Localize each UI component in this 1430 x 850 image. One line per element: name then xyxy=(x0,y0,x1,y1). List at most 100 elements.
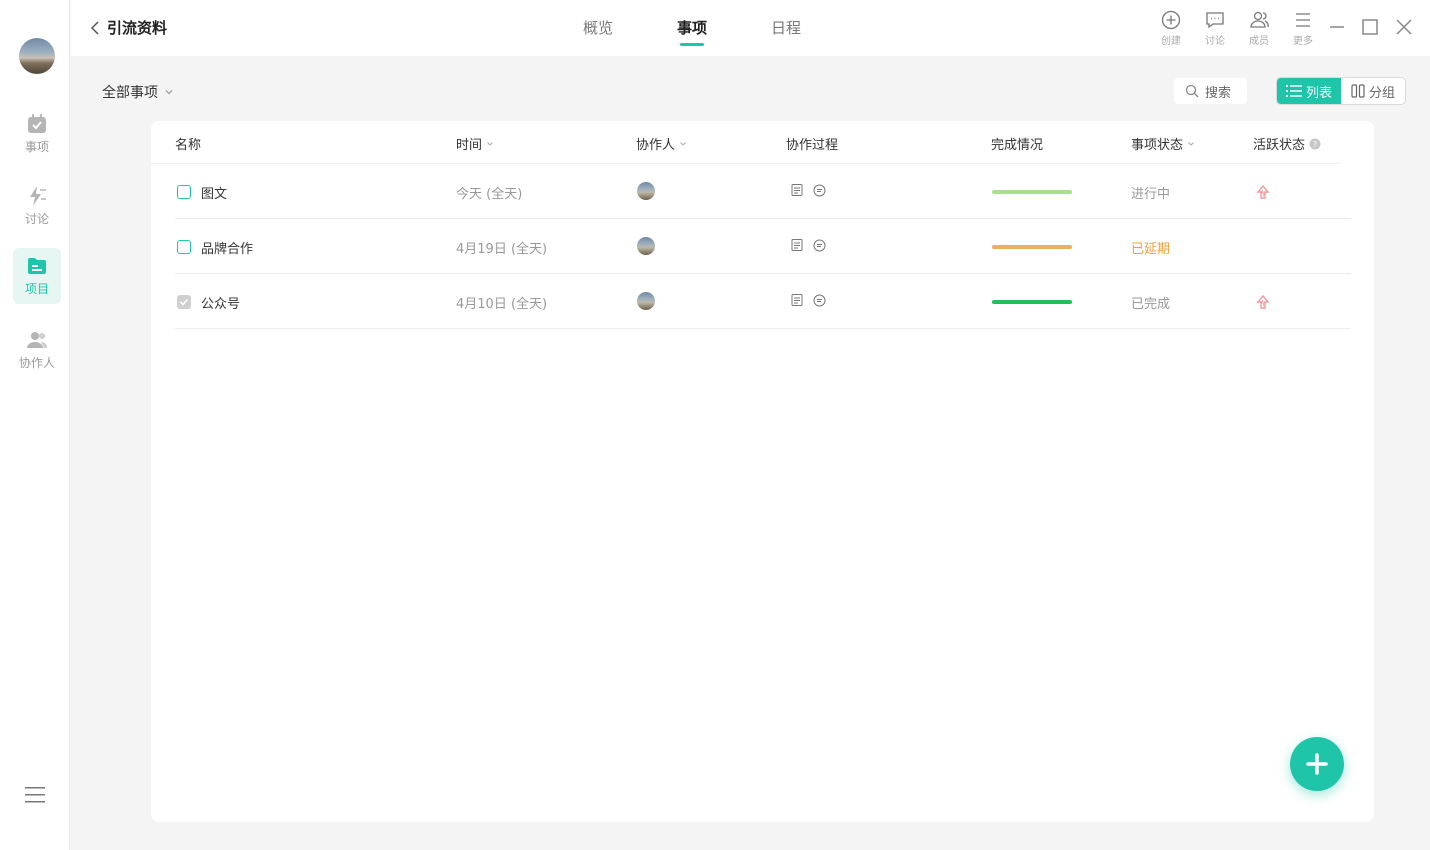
sidebar-item-collaborators[interactable]: 协作人 xyxy=(13,322,61,378)
tab-overview[interactable]: 概览 xyxy=(551,0,645,56)
document-icon[interactable] xyxy=(791,184,803,196)
chevron-down-icon xyxy=(165,90,173,95)
sidebar-item-tasks[interactable]: 事项 xyxy=(13,106,61,162)
hamburger-menu-icon[interactable] xyxy=(25,786,45,804)
page-title: 引流资料 xyxy=(107,19,168,37)
check-icon xyxy=(179,298,189,306)
chat-icon xyxy=(1206,12,1224,29)
task-table: 名称 时间 协作人 协作过程 完成情况 事项状态 活跃状态 ? 图文 今天 (全… xyxy=(151,121,1374,822)
view-toggle: 列表 分组 xyxy=(1276,77,1406,105)
collaborator-avatar[interactable] xyxy=(637,292,655,310)
table-header: 名称 时间 协作人 协作过程 完成情况 事项状态 活跃状态 ? xyxy=(151,121,1341,164)
user-avatar[interactable] xyxy=(19,38,55,74)
calendar-check-icon xyxy=(28,114,46,133)
task-filter-dropdown[interactable]: 全部事项 xyxy=(102,82,174,102)
help-icon[interactable]: ? xyxy=(1309,138,1321,150)
table-row[interactable]: 公众号 4月10日 (全天) 已完成 xyxy=(175,274,1351,329)
column-completion-label: 完成情况 xyxy=(991,138,1044,153)
tab-bar: 概览 事项 日程 xyxy=(551,0,833,56)
document-icon[interactable] xyxy=(791,294,803,306)
column-time[interactable]: 时间 xyxy=(456,134,494,153)
activity-icon xyxy=(1256,184,1270,199)
column-name-label: 名称 xyxy=(175,138,202,153)
column-time-label: 时间 xyxy=(456,138,483,153)
top-bar: 引流资料 概览 事项 日程 创建 讨论 成员 更多 xyxy=(71,0,1430,56)
status-badge: 已延期 xyxy=(1131,242,1171,257)
chevron-left-icon xyxy=(91,20,99,35)
lightning-icon xyxy=(30,186,46,206)
sidebar-item-label: 协作人 xyxy=(18,356,55,370)
users-icon xyxy=(27,332,48,348)
sidebar-item-projects[interactable]: 项目 xyxy=(13,248,61,304)
search-icon xyxy=(1185,84,1199,98)
task-checkbox[interactable] xyxy=(177,240,191,254)
table-row[interactable]: 图文 今天 (全天) 进行中 xyxy=(175,164,1351,219)
members-icon xyxy=(1250,11,1269,28)
add-task-button[interactable] xyxy=(1290,737,1344,791)
create-button[interactable]: 创建 xyxy=(1149,10,1193,47)
more-button[interactable]: 更多 xyxy=(1281,10,1325,47)
filter-label: 全部事项 xyxy=(102,85,158,101)
discussion-button[interactable]: 讨论 xyxy=(1193,10,1237,47)
completion-bar xyxy=(992,245,1072,249)
task-title[interactable]: 品牌合作 xyxy=(201,238,253,257)
comment-icon[interactable] xyxy=(813,184,826,197)
discussion-label: 讨论 xyxy=(1205,36,1225,47)
create-label: 创建 xyxy=(1161,36,1181,47)
task-checkbox-checked[interactable] xyxy=(177,295,191,309)
list-icon xyxy=(1285,85,1302,97)
document-icon[interactable] xyxy=(791,239,803,251)
members-button[interactable]: 成员 xyxy=(1237,10,1281,47)
members-label: 成员 xyxy=(1249,36,1269,47)
chevron-down-icon xyxy=(680,141,686,146)
header-tools: 创建 讨论 成员 更多 xyxy=(1149,10,1325,47)
maximize-icon[interactable] xyxy=(1361,18,1379,36)
sidebar-item-label: 讨论 xyxy=(24,212,49,226)
group-view-label: 分组 xyxy=(1368,85,1395,101)
process-icons xyxy=(791,294,826,307)
chevron-down-icon xyxy=(1188,141,1194,146)
sidebar-item-label: 事项 xyxy=(24,140,49,154)
task-time: 4月19日 (全天) xyxy=(456,242,548,257)
more-label: 更多 xyxy=(1293,36,1313,47)
completion-bar xyxy=(992,190,1072,194)
task-title[interactable]: 公众号 xyxy=(201,293,240,312)
sidebar: 事项 讨论 项目 协作人 xyxy=(0,0,70,850)
column-process: 协作过程 xyxy=(786,134,838,153)
close-icon[interactable] xyxy=(1395,18,1413,36)
collaborator-avatar[interactable] xyxy=(637,182,655,200)
column-collaborator-label: 协作人 xyxy=(636,138,676,153)
search-button[interactable]: 搜索 xyxy=(1174,78,1247,104)
list-view-label: 列表 xyxy=(1305,85,1332,101)
tab-schedule[interactable]: 日程 xyxy=(739,0,833,56)
group-view-button[interactable]: 分组 xyxy=(1341,78,1405,104)
columns-icon xyxy=(1351,84,1365,98)
task-title[interactable]: 图文 xyxy=(201,183,227,202)
folder-icon xyxy=(28,258,46,274)
column-process-label: 协作过程 xyxy=(786,138,839,153)
completion-bar xyxy=(992,300,1072,304)
task-checkbox[interactable] xyxy=(177,185,191,199)
column-collaborator[interactable]: 协作人 xyxy=(636,134,687,153)
column-activity: 活跃状态 ? xyxy=(1253,134,1321,153)
comment-icon[interactable] xyxy=(813,294,826,307)
chevron-down-icon xyxy=(487,141,493,146)
back-button[interactable]: 引流资料 xyxy=(91,17,167,38)
status-badge: 已完成 xyxy=(1131,297,1171,312)
column-status[interactable]: 事项状态 xyxy=(1131,134,1195,153)
minimize-icon[interactable] xyxy=(1328,18,1346,36)
comment-icon[interactable] xyxy=(813,239,826,252)
sidebar-item-discussion[interactable]: 讨论 xyxy=(13,178,61,234)
plus-icon xyxy=(1306,753,1328,775)
collaborator-avatar[interactable] xyxy=(637,237,655,255)
task-time: 4月10日 (全天) xyxy=(456,297,548,312)
column-completion: 完成情况 xyxy=(991,134,1043,153)
tab-tasks[interactable]: 事项 xyxy=(645,0,739,56)
table-row[interactable]: 品牌合作 4月19日 (全天) 已延期 xyxy=(175,219,1351,274)
column-activity-label: 活跃状态 xyxy=(1253,138,1306,153)
task-time: 今天 (全天) xyxy=(456,187,523,202)
activity-icon xyxy=(1256,294,1270,309)
plus-circle-icon xyxy=(1161,10,1181,30)
more-menu-icon xyxy=(1296,13,1310,27)
list-view-button[interactable]: 列表 xyxy=(1277,78,1341,104)
